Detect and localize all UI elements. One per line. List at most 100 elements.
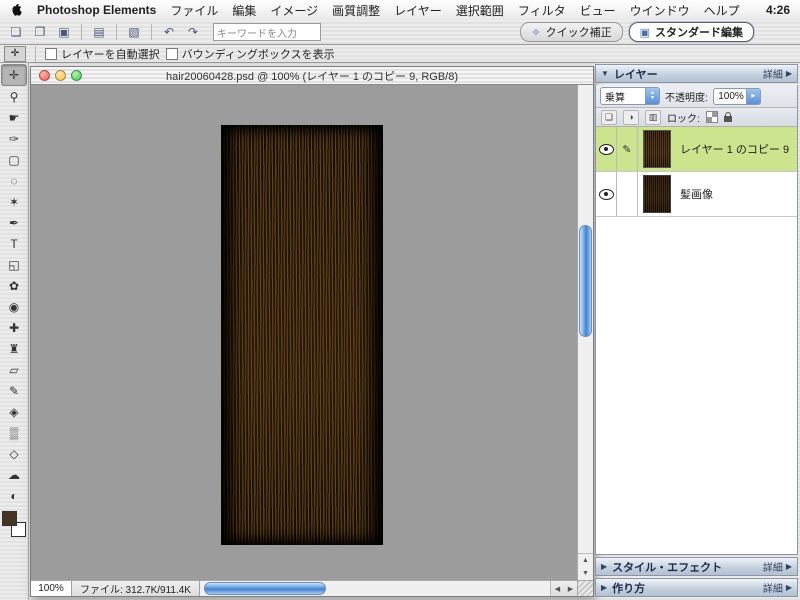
tool-eraser[interactable]: ▱: [2, 360, 26, 380]
visibility-cell[interactable]: [596, 127, 617, 171]
menu-file[interactable]: ファイル: [170, 2, 218, 19]
eye-icon[interactable]: [599, 189, 614, 200]
menu-image[interactable]: イメージ: [270, 2, 318, 19]
standard-edit-button[interactable]: ▣ スタンダード編集: [629, 22, 754, 42]
vertical-scroll-arrows: ▲ ▼: [578, 553, 593, 580]
menu-select[interactable]: 選択範囲: [456, 2, 504, 19]
menu-enhance[interactable]: 画質調整: [332, 2, 380, 19]
tool-gradient[interactable]: ▒: [2, 423, 26, 443]
vertical-scrollbar-thumb[interactable]: [579, 225, 592, 337]
layers-more-button[interactable]: 詳細 ▶: [763, 66, 792, 81]
tool-magic-wand[interactable]: ✶: [2, 192, 26, 212]
tool-clone-stamp[interactable]: ♜: [2, 339, 26, 359]
tool-sponge[interactable]: ◐: [2, 486, 26, 506]
tool-move[interactable]: ✛: [1, 64, 27, 86]
disclosure-triangle-icon[interactable]: ▼: [601, 69, 609, 78]
document-status-bar: 100% ファイル: 312.7K/911.4K ◀ ▶: [31, 580, 593, 596]
foreground-color-swatch[interactable]: [2, 511, 17, 526]
disclosure-triangle-icon[interactable]: ▶: [601, 562, 607, 571]
menu-filter[interactable]: フィルタ: [518, 2, 566, 19]
photo-browser-icon[interactable]: ▧: [124, 23, 144, 41]
horizontal-scroll-arrows: ◀ ▶: [550, 581, 577, 596]
minimize-button[interactable]: [55, 70, 66, 81]
tool-brush[interactable]: ✎: [2, 381, 26, 401]
tool-selection-brush[interactable]: ✒: [2, 213, 26, 233]
tool-marquee[interactable]: ▢: [2, 150, 26, 170]
eye-icon[interactable]: [599, 144, 614, 155]
menu-edit[interactable]: 編集: [232, 2, 256, 19]
tool-cookie-cutter[interactable]: ✿: [2, 276, 26, 296]
checkbox-box[interactable]: [45, 48, 57, 60]
window-resize-grip[interactable]: [577, 581, 593, 596]
print-icon[interactable]: ▤: [89, 23, 109, 41]
styles-effects-more-button[interactable]: 詳細 ▶: [763, 559, 792, 574]
lock-all-button[interactable]: [724, 116, 732, 122]
redo-icon[interactable]: ↷: [183, 23, 203, 41]
more-label: 詳細: [763, 580, 783, 595]
layer-name[interactable]: レイヤー 1 のコピー 9: [676, 127, 789, 171]
scroll-up-arrow[interactable]: ▲: [578, 554, 593, 567]
close-button[interactable]: [39, 70, 50, 81]
scroll-left-arrow[interactable]: ◀: [551, 581, 564, 596]
keyword-search-input[interactable]: [213, 23, 321, 41]
zoom-window-button[interactable]: [71, 70, 82, 81]
hair-image-canvas[interactable]: [221, 125, 383, 545]
tool-zoom[interactable]: ⚲: [2, 87, 26, 107]
disclosure-triangle-icon[interactable]: ▶: [601, 583, 607, 592]
tool-hand[interactable]: ☛: [2, 108, 26, 128]
zoom-level-field[interactable]: 100%: [31, 581, 72, 596]
more-arrow-icon: ▶: [786, 69, 792, 78]
tool-crop[interactable]: ◱: [2, 255, 26, 275]
tool-red-eye[interactable]: ◉: [2, 297, 26, 317]
horizontal-scrollbar-thumb[interactable]: [204, 582, 326, 595]
layer-name[interactable]: 髪画像: [676, 172, 713, 216]
menubar-clock[interactable]: 4:26: [766, 3, 790, 17]
layer-row-hair[interactable]: 髪画像: [596, 172, 797, 217]
auto-select-layer-checkbox[interactable]: レイヤーを自動選択: [45, 46, 160, 62]
tool-shape[interactable]: ◇: [2, 444, 26, 464]
adjustment-layer-button[interactable]: ◑: [623, 110, 639, 125]
document-title-bar[interactable]: hair20060428.psd @ 100% (レイヤー 1 のコピー 9, …: [31, 67, 593, 85]
scroll-down-arrow[interactable]: ▼: [578, 567, 593, 580]
menu-window[interactable]: ウインドウ: [630, 2, 690, 19]
layers-palette-header[interactable]: ▼ レイヤー 詳細 ▶: [595, 64, 798, 83]
undo-icon[interactable]: ↶: [159, 23, 179, 41]
horizontal-scrollbar[interactable]: [200, 581, 550, 596]
lock-transparency-button[interactable]: [706, 111, 718, 123]
delete-layer-button[interactable]: ▥: [645, 110, 661, 125]
canvas-area[interactable]: ▲ ▼: [31, 85, 593, 580]
opacity-field[interactable]: 100% ▶: [713, 88, 761, 105]
new-file-icon[interactable]: ❏: [6, 23, 26, 41]
quick-fix-button[interactable]: ✧ クイック補正: [520, 22, 622, 42]
visibility-cell[interactable]: [596, 172, 617, 216]
scroll-right-arrow[interactable]: ▶: [564, 581, 577, 596]
vertical-scrollbar[interactable]: ▲ ▼: [577, 85, 593, 580]
menu-view[interactable]: ビュー: [580, 2, 616, 19]
toolbox: ✛ ⚲ ☛ ✑ ▢ ◌ ✶ ✒ T ◱ ✿ ◉ ✚ ♜ ▱ ✎ ◈ ▒ ◇ ☁ …: [0, 63, 29, 600]
tool-blur[interactable]: ☁: [2, 465, 26, 485]
menu-layer[interactable]: レイヤー: [394, 2, 442, 19]
blend-mode-select[interactable]: 乗算 ▲▼: [600, 87, 660, 105]
styles-effects-palette-header[interactable]: ▶ スタイル・エフェクト 詳細 ▶: [595, 557, 798, 576]
apple-menu-icon[interactable]: [10, 3, 23, 17]
tool-type[interactable]: T: [2, 234, 26, 254]
layer-thumbnail[interactable]: [643, 175, 671, 213]
layer-row-copy9[interactable]: ✎ レイヤー 1 のコピー 9: [596, 127, 797, 172]
opacity-stepper-icon[interactable]: ▶: [746, 89, 760, 104]
checkbox-box[interactable]: [166, 48, 178, 60]
layer-thumbnail[interactable]: [643, 130, 671, 168]
tool-healing-brush[interactable]: ✚: [2, 318, 26, 338]
how-to-palette-header[interactable]: ▶ 作り方 詳細 ▶: [595, 578, 798, 597]
tool-paint-bucket[interactable]: ◈: [2, 402, 26, 422]
app-menu[interactable]: Photoshop Elements: [37, 3, 156, 17]
tool-eyedropper[interactable]: ✑: [2, 129, 26, 149]
open-file-icon[interactable]: ❐: [30, 23, 50, 41]
menu-help[interactable]: ヘルプ: [704, 2, 740, 19]
new-layer-button[interactable]: ❏: [601, 110, 617, 125]
blend-mode-value: 乗算: [601, 89, 645, 104]
show-bounding-box-checkbox[interactable]: バウンディングボックスを表示: [166, 46, 335, 62]
tool-lasso[interactable]: ◌: [2, 171, 26, 191]
divider: [35, 46, 36, 62]
how-to-more-button[interactable]: 詳細 ▶: [763, 580, 792, 595]
save-icon[interactable]: ▣: [54, 23, 74, 41]
